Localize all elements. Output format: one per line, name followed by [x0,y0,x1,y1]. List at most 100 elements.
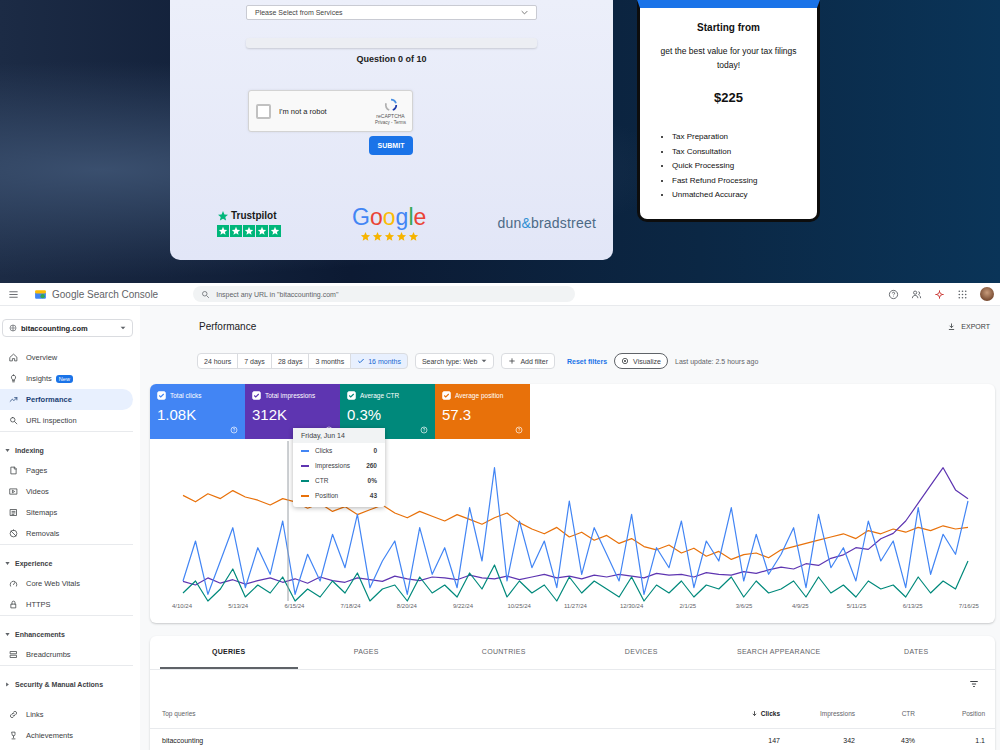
sidebar-item[interactable]: Removals [0,523,133,544]
dnb-logo[interactable]: dun&bradstreet [497,215,596,231]
checkbox-icon [442,391,451,400]
nav-icon [9,529,18,538]
tab[interactable]: SEARCH APPEARANCE [710,636,848,669]
account-avatar[interactable] [980,287,994,301]
column-header[interactable]: Impressions [780,710,855,717]
tab[interactable]: QUERIES [160,636,298,669]
sidebar-item[interactable]: Sitemaps [0,502,133,523]
sidebar-item[interactable]: Pages [0,460,133,481]
price-tagline: get the best value for your tax filings … [650,44,807,72]
google-letter: o [383,204,396,230]
star-icon [360,231,371,242]
x-tick: 8/20/24 [389,603,425,609]
sidebar-item[interactable]: InsightsNew [0,368,133,389]
date-range-chip[interactable]: 7 days [237,353,272,369]
metric-value: 312K [252,406,333,424]
settings-icon[interactable] [934,289,945,300]
tab[interactable]: DATES [848,636,986,669]
date-range-chip[interactable]: 3 months [308,353,351,369]
property-selector[interactable]: bitaccounting.com [2,319,133,337]
tooltip-title: Friday, Jun 14 [293,428,385,443]
apps-icon[interactable] [957,289,968,300]
x-tick: 5/13/24 [220,603,256,609]
trustpilot-stars [217,225,281,237]
menu-icon[interactable] [8,289,19,300]
help-icon[interactable] [420,426,428,434]
table-row[interactable]: bitaccounting14734243%1.1 [150,729,995,750]
date-range-chip[interactable]: 28 days [271,353,310,369]
item-label: URL inspection [26,416,77,425]
trustpilot-badge[interactable]: Trustpilot [217,210,281,237]
tab[interactable]: DEVICES [573,636,711,669]
table-tabs: QUERIESPAGESCOUNTRIESDEVICESSEARCH APPEA… [150,636,995,670]
download-icon [947,322,956,331]
table-cell: 342 [780,737,855,744]
google-wordmark: Google [352,204,426,230]
sidebar-item[interactable]: Breadcrumbs [0,644,133,665]
data-table-card: QUERIESPAGESCOUNTRIESDEVICESSEARCH APPEA… [150,636,995,750]
help-icon[interactable] [230,426,238,434]
column-label: Impressions [820,710,855,717]
submit-button[interactable]: SUBMIT [369,136,413,155]
sidebar-item[interactable]: Overview [0,347,133,368]
google-badge[interactable]: Google [352,204,426,242]
export-button[interactable]: EXPORT [947,322,995,331]
performance-chart-card: Total clicks1.08KTotal impressions312KAv… [150,384,995,623]
star-icon [231,226,241,236]
column-header[interactable]: Position [915,710,985,717]
add-filter-button[interactable]: Add filter [501,353,555,369]
console-body: bitaccounting.com OverviewInsightsNewPerf… [0,306,1000,750]
tooltip-label: Position [315,492,338,499]
tab[interactable]: COUNTRIES [435,636,573,669]
column-header[interactable]: Clicks [680,710,780,717]
reset-filters-link[interactable]: Reset filters [567,358,607,365]
sidebar-item[interactable]: Performance [0,389,133,410]
sidebar-item[interactable]: Core Web Vitals [0,573,133,594]
help-icon[interactable] [515,426,523,434]
column-header[interactable]: Top queries [162,710,680,717]
sidebar-item[interactable]: Achievements [0,725,133,746]
item-label: Pages [26,466,47,475]
tooltip-value: 0 [373,447,377,454]
search-placeholder: Inspect any URL in "bitaccounting.com" [216,291,338,298]
question-counter: Question 0 of 10 [356,53,426,65]
date-range-chip[interactable]: 24 hours [197,353,238,369]
sidebar-section[interactable]: Enhancements [0,615,133,644]
metric-header: Total clicks [157,391,238,400]
captcha-links[interactable]: Privacy - Terms [375,120,406,125]
tab[interactable]: PAGES [298,636,436,669]
help-icon[interactable] [888,289,899,300]
sidebar-item[interactable]: Videos [0,481,133,502]
check-icon [357,357,365,365]
sidebar-item[interactable]: Links [0,704,133,725]
captcha-checkbox[interactable] [256,104,271,119]
search-type-dropdown[interactable]: Search type: Web [415,353,495,369]
table-cell: 1.1 [915,737,985,744]
services-select[interactable]: Please Select from Services [246,5,537,20]
filter-icon[interactable] [969,679,979,689]
sidebar-item[interactable]: URL inspection [0,410,133,431]
range-label: 7 days [244,358,265,365]
star-icon [372,231,383,242]
metric-cards: Total clicks1.08KTotal impressions312KAv… [150,384,995,439]
property-name: bitaccounting.com [21,324,116,333]
table-header: Top queriesClicks ImpressionsCTRPosition [150,698,995,729]
metric-value: 1.08K [157,406,238,424]
google-letter: l [408,204,413,230]
users-icon[interactable] [911,289,922,300]
metric-card[interactable]: Total clicks 1.08K [150,384,245,439]
sidebar-section[interactable]: Indexing [0,431,133,460]
star-icon [384,231,395,242]
url-inspect-field[interactable]: Inspect any URL in "bitaccounting.com" [193,286,575,302]
sidebar-section[interactable]: Experience [0,544,133,573]
price-card: Starting fromget the best value for your… [637,0,820,222]
column-header[interactable]: CTR [855,710,915,717]
nav-icon [9,353,18,362]
visualize-button[interactable]: Visualize [614,353,668,369]
sidebar-item[interactable]: HTTPS [0,594,133,615]
date-range-chip[interactable]: 16 months [350,353,408,369]
dnb-part: & [521,215,531,231]
x-tick: 9/22/24 [445,603,481,609]
metric-card[interactable]: Average position57.3 [435,384,530,439]
sidebar-section[interactable]: Security & Manual Actions [0,665,133,694]
